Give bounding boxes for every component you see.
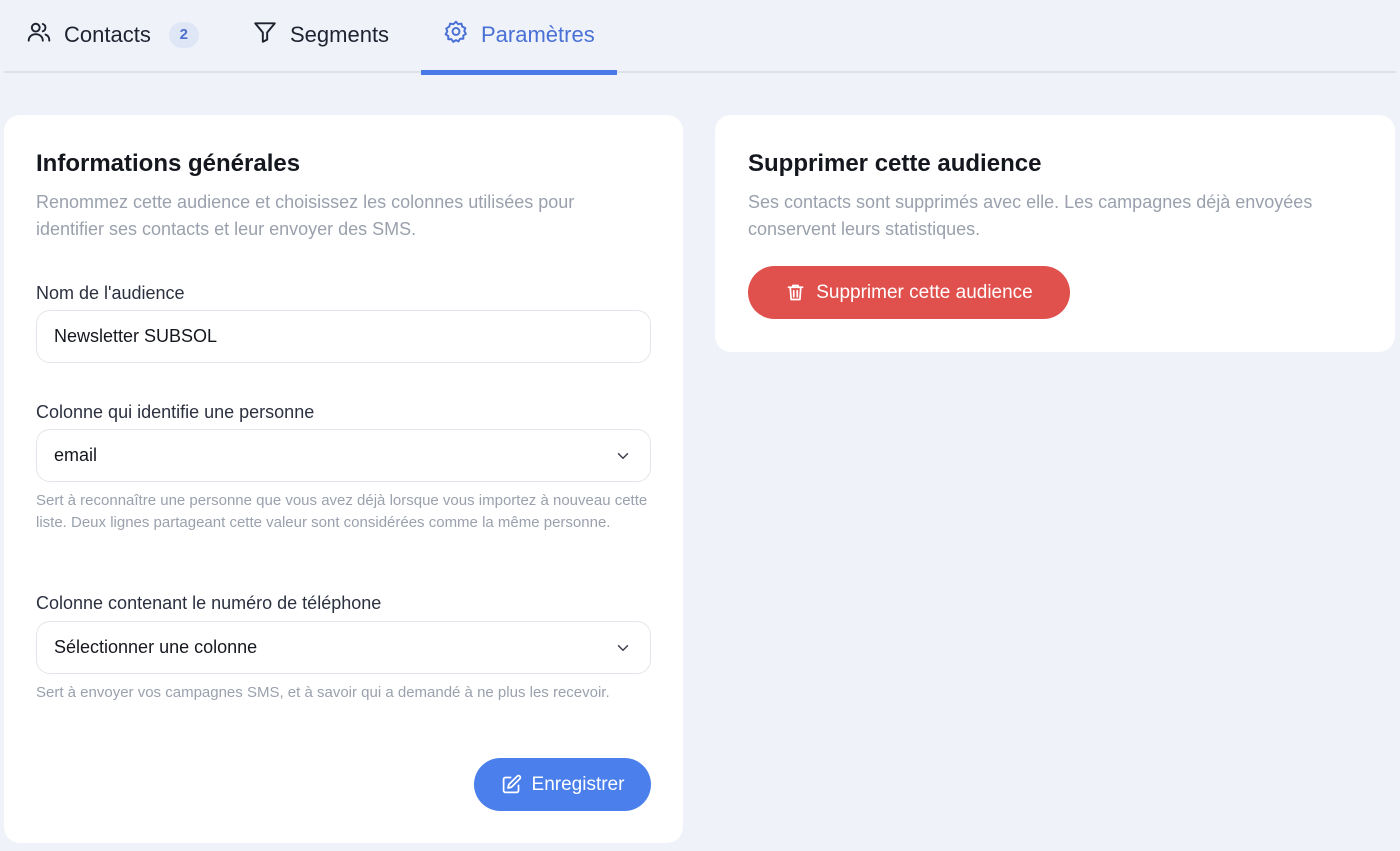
audience-name-input[interactable]	[54, 326, 650, 347]
delete-audience-title: Supprimer cette audience	[748, 150, 1042, 177]
general-info-title: Informations générales	[36, 150, 301, 177]
tab-contacts[interactable]: Contacts 2	[26, 0, 199, 73]
id-column-label: Colonne qui identifie une personne	[36, 402, 315, 422]
id-column-select[interactable]: email	[36, 429, 651, 482]
id-column-help: Sert à reconnaître une personne que vous…	[36, 492, 648, 531]
tab-bar: Contacts 2 Segments Paramètres	[4, 0, 1396, 75]
audience-name-label: Nom de l'audience	[36, 283, 185, 303]
general-info-description: Renommez cette audience et choisissez le…	[36, 192, 575, 239]
contacts-count-badge: 2	[168, 21, 199, 48]
id-column-value: email	[54, 445, 98, 465]
tab-segments[interactable]: Segments	[252, 0, 389, 73]
tab-segments-label: Segments	[290, 21, 390, 47]
tab-contacts-label: Contacts	[64, 21, 151, 47]
chevron-down-icon	[617, 645, 629, 651]
audience-name-field[interactable]	[36, 310, 651, 363]
delete-audience-card: Supprimer cette audience Ses contacts so…	[715, 115, 1395, 352]
chevron-down-icon	[617, 453, 629, 459]
delete-audience-button[interactable]: Supprimer cette audience	[748, 266, 1070, 319]
save-button-label: Enregistrer	[531, 773, 625, 795]
phone-column-select[interactable]: Sélectionner une colonne	[36, 621, 651, 674]
phone-column-label: Colonne contenant le numéro de téléphone	[36, 593, 382, 613]
tab-settings[interactable]: Paramètres	[421, 0, 617, 75]
phone-column-value: Sélectionner une colonne	[54, 637, 258, 657]
delete-audience-button-label: Supprimer cette audience	[816, 281, 1033, 303]
filter-icon	[252, 19, 278, 51]
gear-icon	[443, 19, 469, 51]
trash-icon	[787, 284, 804, 301]
general-info-card: Informations générales Renommez cette au…	[4, 115, 683, 843]
users-icon	[26, 19, 52, 51]
phone-column-help: Sert à envoyer vos campagnes SMS, et à s…	[36, 684, 610, 701]
delete-audience-description: Ses contacts sont supprimés avec elle. L…	[748, 192, 1313, 239]
tab-settings-label: Paramètres	[481, 21, 595, 47]
save-button[interactable]: Enregistrer	[474, 758, 651, 811]
edit-icon	[502, 774, 521, 794]
